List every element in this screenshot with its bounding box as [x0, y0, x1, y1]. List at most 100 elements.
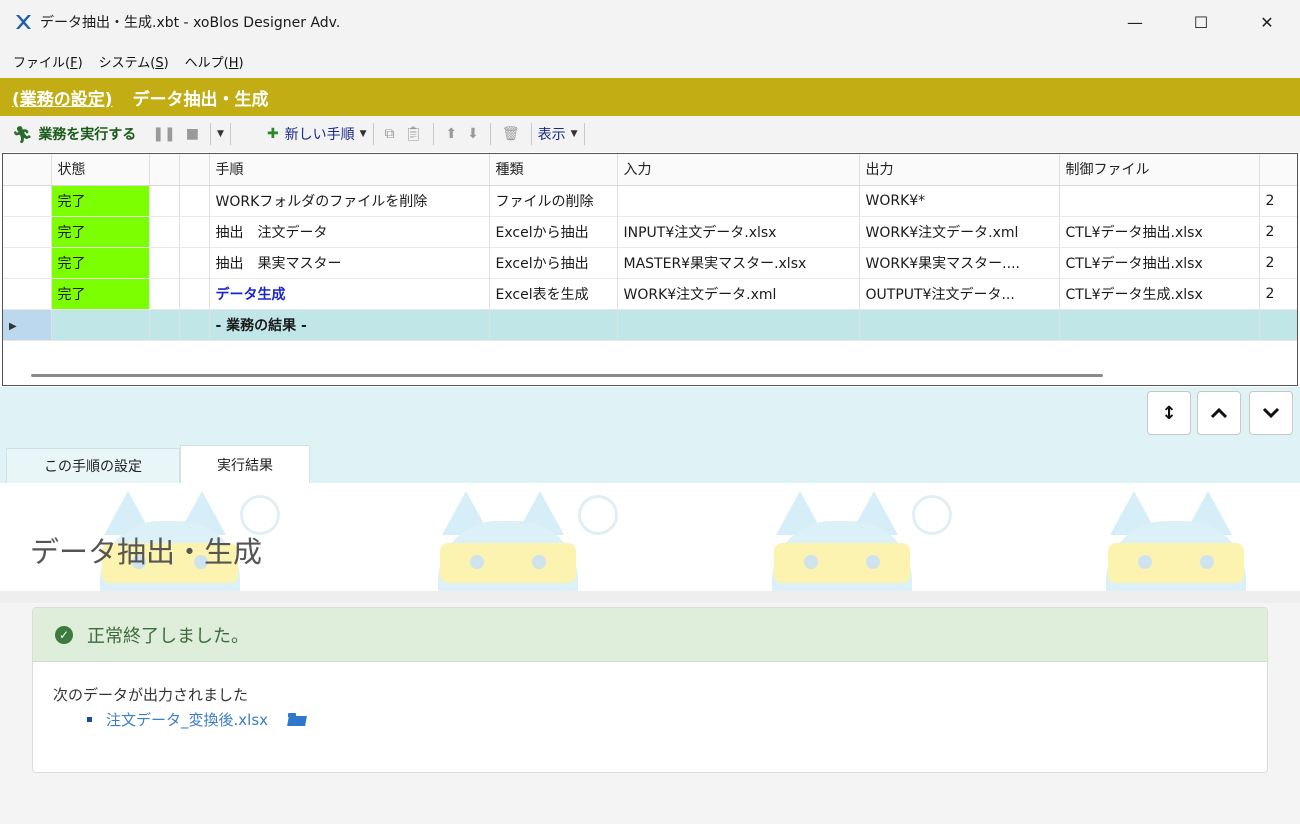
blank-cell [617, 309, 859, 340]
toolbar: 🏃︎ 業務を実行する ❚❚ ■ ▼ ✚ 新しい手順 ▼ ⧉ 📋︎ ⬆ ⬇ 🗑︎ … [0, 116, 1300, 152]
paste-icon[interactable]: 📋︎ [405, 126, 423, 142]
resize-vertical-button[interactable]: ↕ [1147, 391, 1191, 435]
stop-icon[interactable]: ■ [186, 126, 199, 142]
new-step-label: 新しい手順 [285, 124, 355, 144]
trash-icon[interactable]: 🗑︎ [502, 126, 520, 142]
output-file-link[interactable]: 注文データ_変換後.xlsx [106, 709, 268, 730]
status-cell: 完了 [51, 247, 149, 278]
vertical-arrows-icon: ↕ [1161, 403, 1176, 424]
input-cell: WORK¥注文データ.xml [617, 278, 859, 309]
column-header-input[interactable]: 入力 [617, 154, 859, 185]
move-down-icon[interactable]: ⬇ [467, 126, 479, 142]
success-message: 正常終了しました。 [87, 622, 249, 648]
extra-cell: 2 [1259, 185, 1298, 216]
new-step-button[interactable]: ✚ 新しい手順 ▼ [267, 124, 367, 144]
control-file-cell: CTL¥データ生成.xlsx [1059, 278, 1259, 309]
mascot-banner: データ抽出・生成 [0, 483, 1300, 603]
expand-down-button[interactable] [1249, 391, 1293, 435]
content-title: データ抽出・生成 [30, 529, 262, 571]
blank-cell [51, 309, 149, 340]
new-step-dropdown-icon: ▼ [360, 129, 367, 139]
collapse-up-button[interactable] [1197, 391, 1241, 435]
column-header [1259, 154, 1298, 185]
check-circle-icon: ✓ [55, 626, 73, 644]
step-cell: WORKフォルダのファイルを削除 [209, 185, 489, 216]
view-label: 表示 [538, 124, 566, 144]
type-cell: Excel表を生成 [489, 278, 617, 309]
extra-cell: 2 [1259, 216, 1298, 247]
menu-help[interactable]: ヘルプ(H) [178, 52, 251, 71]
type-cell: Excelから抽出 [489, 247, 617, 278]
output-cell: WORK¥注文データ.xml [859, 216, 1059, 247]
result-body: 次のデータが出力されました 注文データ_変換後.xlsx [33, 662, 1267, 730]
blank-cell [179, 278, 209, 309]
menu-file-end: ) [78, 56, 83, 71]
blank-cell [179, 247, 209, 278]
tab-execution-results[interactable]: 実行結果 [180, 445, 310, 483]
run-business-button[interactable]: 🏃︎ 業務を実行する [12, 124, 136, 144]
input-cell: MASTER¥果実マスター.xlsx [617, 247, 859, 278]
row-pointer [3, 247, 51, 278]
table-row[interactable]: 完了 抽出 果実マスター Excelから抽出 MASTER¥果実マスター.xls… [3, 247, 1298, 278]
run-dropdown-icon[interactable]: ▼ [217, 129, 224, 139]
divider-band [0, 591, 1300, 603]
column-header-status[interactable]: 状態 [51, 154, 149, 185]
pause-icon[interactable]: ❚❚ [152, 126, 175, 142]
horizontal-scrollbar[interactable] [31, 374, 1103, 377]
splitter-bar: ↕ [0, 387, 1300, 439]
extra-cell: 2 [1259, 247, 1298, 278]
column-header-control-file[interactable]: 制御ファイル [1059, 154, 1259, 185]
folder-open-icon[interactable] [288, 713, 306, 726]
column-header [3, 154, 51, 185]
menu-system-end: ) [164, 56, 169, 71]
success-banner: ✓ 正常終了しました。 [33, 608, 1267, 662]
step-cell: 抽出 注文データ [209, 216, 489, 247]
minimize-button[interactable]: — [1102, 0, 1168, 44]
menu-help-label: ヘルプ( [185, 56, 229, 71]
menu-file-label: ファイル( [13, 56, 70, 71]
table-row[interactable]: 完了 データ生成 Excel表を生成 WORK¥注文データ.xml OUTPUT… [3, 278, 1298, 309]
output-cell: OUTPUT¥注文データ... [859, 278, 1059, 309]
result-row-label: - 業務の結果 - [209, 309, 489, 340]
menu-system-key: S [155, 56, 163, 71]
title-bar: データ抽出・生成.xbt - xoBlos Designer Adv. — ☐ … [0, 0, 1300, 44]
menu-bar: ファイル(F) システム(S) ヘルプ(H) [0, 44, 1300, 78]
output-cell: WORK¥果実マスター.... [859, 247, 1059, 278]
blank-cell [179, 309, 209, 340]
move-up-icon[interactable]: ⬆ [445, 126, 457, 142]
toolbar-separator [433, 123, 434, 145]
column-header-step[interactable]: 手順 [209, 154, 489, 185]
table-row[interactable]: 完了 抽出 注文データ Excelから抽出 INPUT¥注文データ.xlsx W… [3, 216, 1298, 247]
business-settings-link[interactable]: (業務の設定) [12, 85, 113, 110]
copy-icon[interactable]: ⧉ [385, 126, 395, 142]
control-file-cell [1059, 185, 1259, 216]
close-button[interactable]: ✕ [1234, 0, 1300, 44]
row-pointer [3, 278, 51, 309]
menu-help-key: H [229, 56, 239, 71]
row-pointer [3, 185, 51, 216]
toolbar-separator [584, 123, 585, 145]
column-header-output[interactable]: 出力 [859, 154, 1059, 185]
app-icon [14, 13, 32, 31]
column-header-type[interactable]: 種類 [489, 154, 617, 185]
result-row[interactable]: ▶ - 業務の結果 - [3, 309, 1298, 340]
toolbar-separator [230, 123, 231, 145]
result-panel: ✓ 正常終了しました。 次のデータが出力されました 注文データ_変換後.xlsx [32, 607, 1268, 773]
view-dropdown-icon: ▼ [571, 129, 578, 139]
mascot-image [762, 491, 922, 603]
tab-strip: この手順の設定 実行結果 [0, 439, 1300, 483]
tab-step-settings[interactable]: この手順の設定 [6, 448, 180, 483]
menu-file[interactable]: ファイル(F) [6, 52, 90, 71]
maximize-button[interactable]: ☐ [1168, 0, 1234, 44]
view-menu-button[interactable]: 表示 ▼ [538, 124, 578, 144]
row-pointer: ▶ [3, 309, 51, 340]
blank-cell [859, 309, 1059, 340]
bullet-icon [87, 717, 92, 722]
chevron-up-icon [1210, 407, 1228, 419]
blank-cell [149, 309, 179, 340]
menu-system[interactable]: システム(S) [92, 52, 176, 71]
chevron-down-icon [1262, 407, 1280, 419]
step-link-data-generation[interactable]: データ生成 [216, 287, 286, 303]
blank-cell [489, 309, 617, 340]
table-row[interactable]: 完了 WORKフォルダのファイルを削除 ファイルの削除 WORK¥* 2 [3, 185, 1298, 216]
